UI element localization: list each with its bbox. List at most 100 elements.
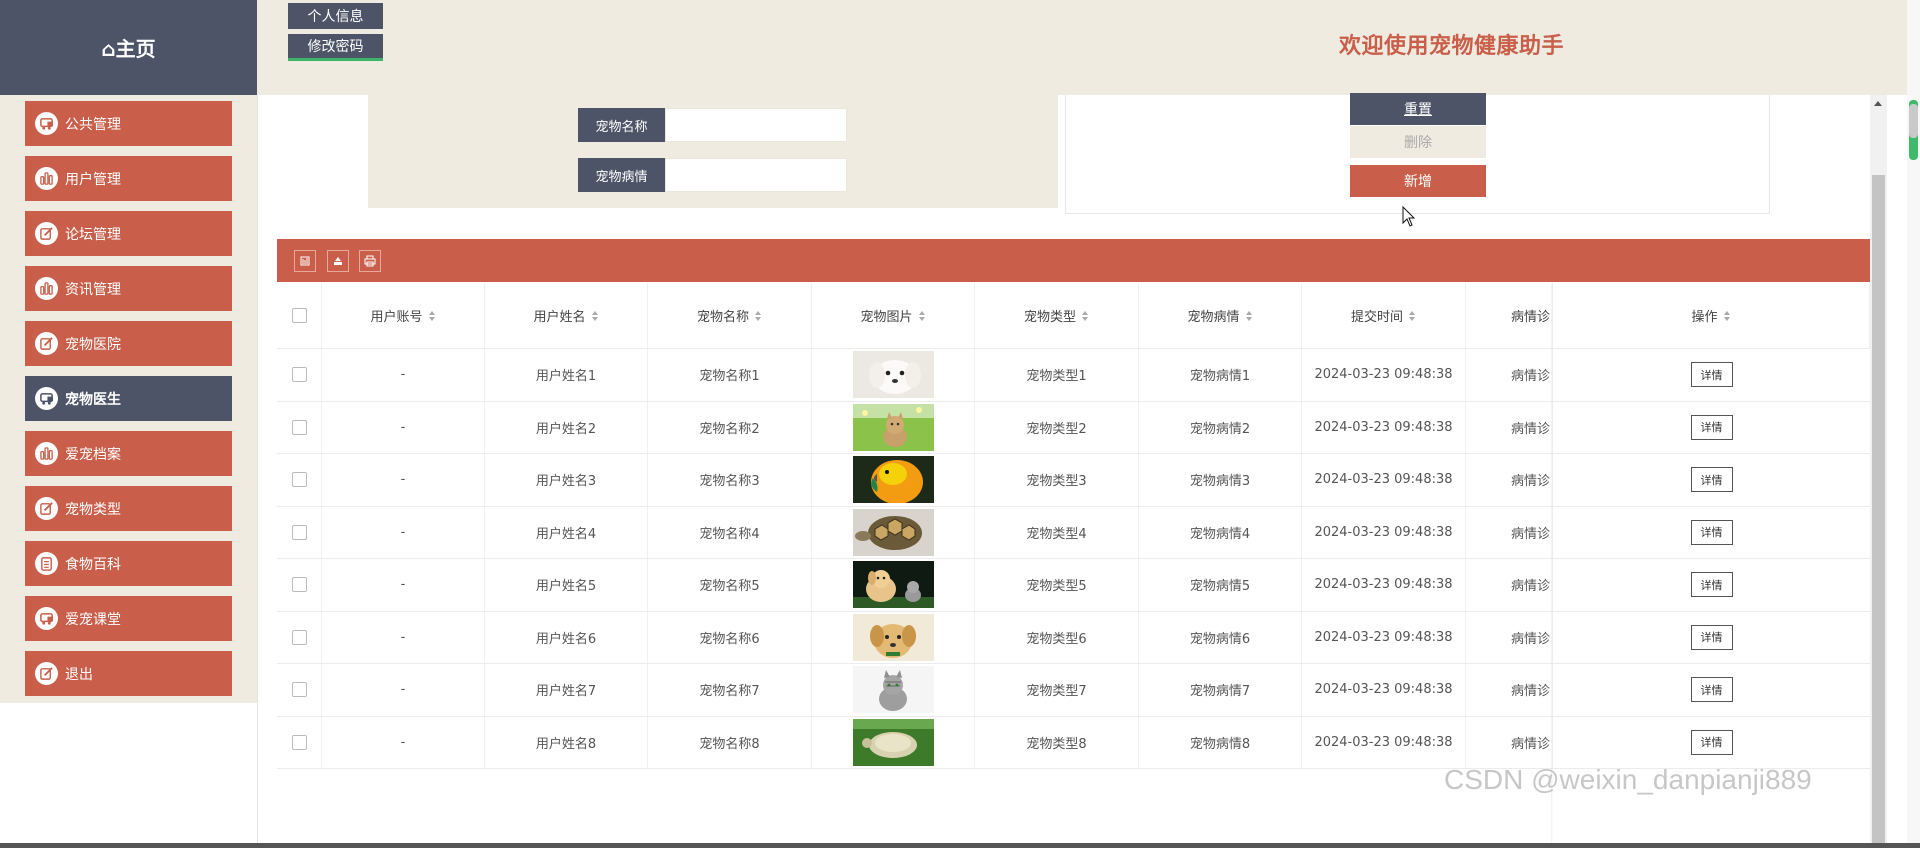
add-button[interactable]: 新增: [1350, 165, 1486, 197]
detail-button[interactable]: 详情: [1690, 519, 1733, 545]
detail-button[interactable]: 详情: [1690, 624, 1733, 650]
pet-image[interactable]: [852, 561, 934, 609]
pet-condition-input[interactable]: [665, 158, 847, 192]
cart-icon: [35, 607, 58, 630]
cell-diag: 病情诊: [1466, 559, 1553, 611]
row-checkbox[interactable]: [291, 472, 307, 488]
import-button[interactable]: [327, 250, 349, 272]
table-row[interactable]: - 用户姓名5 宠物名称5 宠物类型5 宠物病情5 2024-03-23 09:48:38…: [277, 559, 1870, 612]
sort-icon[interactable]: [1245, 310, 1253, 321]
pet-image[interactable]: [852, 456, 934, 504]
detail-button[interactable]: 详情: [1690, 729, 1733, 755]
sidebar-item-4[interactable]: 资讯管理: [25, 266, 232, 311]
cell-account: -: [322, 401, 485, 453]
export-button[interactable]: [294, 250, 316, 272]
column-header-label: 提交时间: [1350, 310, 1403, 325]
table-row[interactable]: - 用户姓名7 宠物名称7 宠物类型7 宠物病情7 2024-03-23 09:48:38…: [277, 664, 1870, 717]
operation-cell: 详情: [1553, 402, 1870, 454]
delete-button[interactable]: 删除: [1350, 126, 1486, 158]
select-all-checkbox[interactable]: [291, 308, 307, 323]
column-header[interactable]: 宠物名称: [648, 283, 812, 348]
detail-button[interactable]: 详情: [1690, 677, 1733, 703]
home-label[interactable]: ⌂主页: [101, 33, 155, 62]
sidebar-item-11[interactable]: 退出: [25, 651, 232, 696]
sort-icon[interactable]: [591, 310, 599, 321]
table-row[interactable]: - 用户姓名1 宠物名称1 宠物类型1 宠物病情1 2024-03-23 09:48:38…: [277, 349, 1870, 402]
sort-icon[interactable]: [1723, 310, 1731, 321]
pet-image[interactable]: [852, 508, 934, 556]
sort-icon[interactable]: [918, 310, 926, 321]
column-header[interactable]: 宠物病情: [1139, 283, 1302, 348]
column-header-label: 宠物图片: [860, 310, 913, 325]
sidebar-item-label: 爱宠课堂: [65, 611, 121, 628]
row-checkbox[interactable]: [291, 524, 307, 540]
detail-button[interactable]: 详情: [1690, 572, 1733, 598]
row-checkbox[interactable]: [291, 682, 307, 698]
page-scrollbar[interactable]: [1907, 0, 1920, 848]
sidebar-item-3[interactable]: 论坛管理: [25, 211, 232, 256]
pet-image[interactable]: [852, 666, 934, 714]
pet-name-input[interactable]: [665, 108, 847, 142]
operation-cell: 详情: [1553, 559, 1870, 611]
scroll-up-icon[interactable]: [1874, 101, 1882, 106]
sort-icon[interactable]: [1082, 310, 1089, 321]
sidebar-item-5[interactable]: 宠物医院: [25, 321, 232, 366]
detail-button[interactable]: 详情: [1690, 362, 1733, 388]
pet-image[interactable]: [852, 718, 934, 766]
sidebar-item-label: 宠物类型: [65, 501, 121, 518]
detail-button[interactable]: 详情: [1690, 467, 1733, 493]
column-header[interactable]: 宠物类型: [975, 283, 1139, 348]
column-header[interactable]: 用户姓名: [485, 283, 648, 348]
cell-user-text: 用户姓名1: [535, 369, 597, 385]
column-header[interactable]: 提交时间: [1302, 283, 1466, 348]
row-checkbox[interactable]: [291, 367, 307, 383]
pet-image[interactable]: [852, 403, 934, 451]
detail-button[interactable]: 详情: [1690, 414, 1733, 440]
table-row[interactable]: - 用户姓名2 宠物名称2 宠物类型2 宠物病情2 2024-03-23 09:48:38…: [277, 401, 1870, 454]
cell-user: 用户姓名7: [485, 664, 648, 716]
sort-icon[interactable]: [428, 310, 436, 321]
cell-condition: 宠物病情7: [1139, 664, 1302, 716]
cell-user-text: 用户姓名5: [535, 579, 597, 595]
table-row[interactable]: - 用户姓名8 宠物名称8 宠物类型8 宠物病情8 2024-03-23 09:48:38…: [277, 716, 1870, 769]
cell-time-text: 2024-03-23 09:48:38: [1314, 524, 1453, 540]
sidebar-item-label: 公共管理: [65, 116, 121, 133]
sort-icon[interactable]: [755, 310, 762, 321]
operation-cell: 详情: [1553, 454, 1870, 506]
home-logo[interactable]: ⌂主页: [0, 0, 257, 95]
sidebar-item-label: 宠物医院: [65, 336, 121, 353]
row-checkbox[interactable]: [291, 577, 307, 593]
content-scroll-thumb[interactable]: [1872, 175, 1885, 848]
change-password-button[interactable]: 修改密码: [288, 34, 383, 61]
pet-name-label: 宠物名称: [578, 108, 665, 142]
column-header[interactable]: 用户账号: [322, 283, 485, 348]
sidebar-item-2[interactable]: 用户管理: [25, 156, 232, 201]
pet-image[interactable]: [852, 613, 934, 661]
sidebar-item-9[interactable]: 食物百科: [25, 541, 232, 586]
sidebar-item-7[interactable]: 爱宠档案: [25, 431, 232, 476]
column-header[interactable]: 宠物图片: [812, 283, 975, 348]
column-header[interactable]: 病情诊: [1466, 283, 1553, 348]
sidebar: 公共管理用户管理论坛管理资讯管理宠物医院宠物医生爱宠档案宠物类型食物百科爱宠课堂…: [0, 95, 257, 703]
sidebar-item-8[interactable]: 宠物类型: [25, 486, 232, 531]
content-scrollbar[interactable]: [1870, 95, 1887, 848]
profile-button[interactable]: 个人信息: [288, 3, 383, 29]
sidebar-item-1[interactable]: 公共管理: [25, 101, 232, 146]
sort-icon[interactable]: [1409, 310, 1416, 321]
row-checkbox[interactable]: [291, 419, 307, 435]
pet-image[interactable]: [852, 351, 934, 399]
table-row[interactable]: - 用户姓名6 宠物名称6 宠物类型6 宠物病情6 2024-03-23 09:48:38…: [277, 611, 1870, 664]
sidebar-item-10[interactable]: 爱宠课堂: [25, 596, 232, 641]
pet-image-cell: [812, 716, 975, 768]
cell-account-text: -: [400, 629, 406, 645]
row-checkbox[interactable]: [291, 734, 307, 750]
table-row[interactable]: - 用户姓名4 宠物名称4 宠物类型4 宠物病情4 2024-03-23 09:48:38…: [277, 506, 1870, 559]
cell-diag-text: 病情诊: [1511, 684, 1551, 700]
print-button[interactable]: [359, 250, 381, 272]
table-row[interactable]: - 用户姓名3 宠物名称3 宠物类型3 宠物病情3 2024-03-23 09:48:38…: [277, 454, 1870, 507]
reset-button[interactable]: 重置: [1350, 93, 1486, 125]
cell-user: 用户姓名1: [485, 349, 648, 401]
row-checkbox[interactable]: [291, 629, 307, 645]
sidebar-item-6[interactable]: 宠物医生: [25, 376, 232, 421]
column-header[interactable]: 操作: [1553, 283, 1870, 348]
